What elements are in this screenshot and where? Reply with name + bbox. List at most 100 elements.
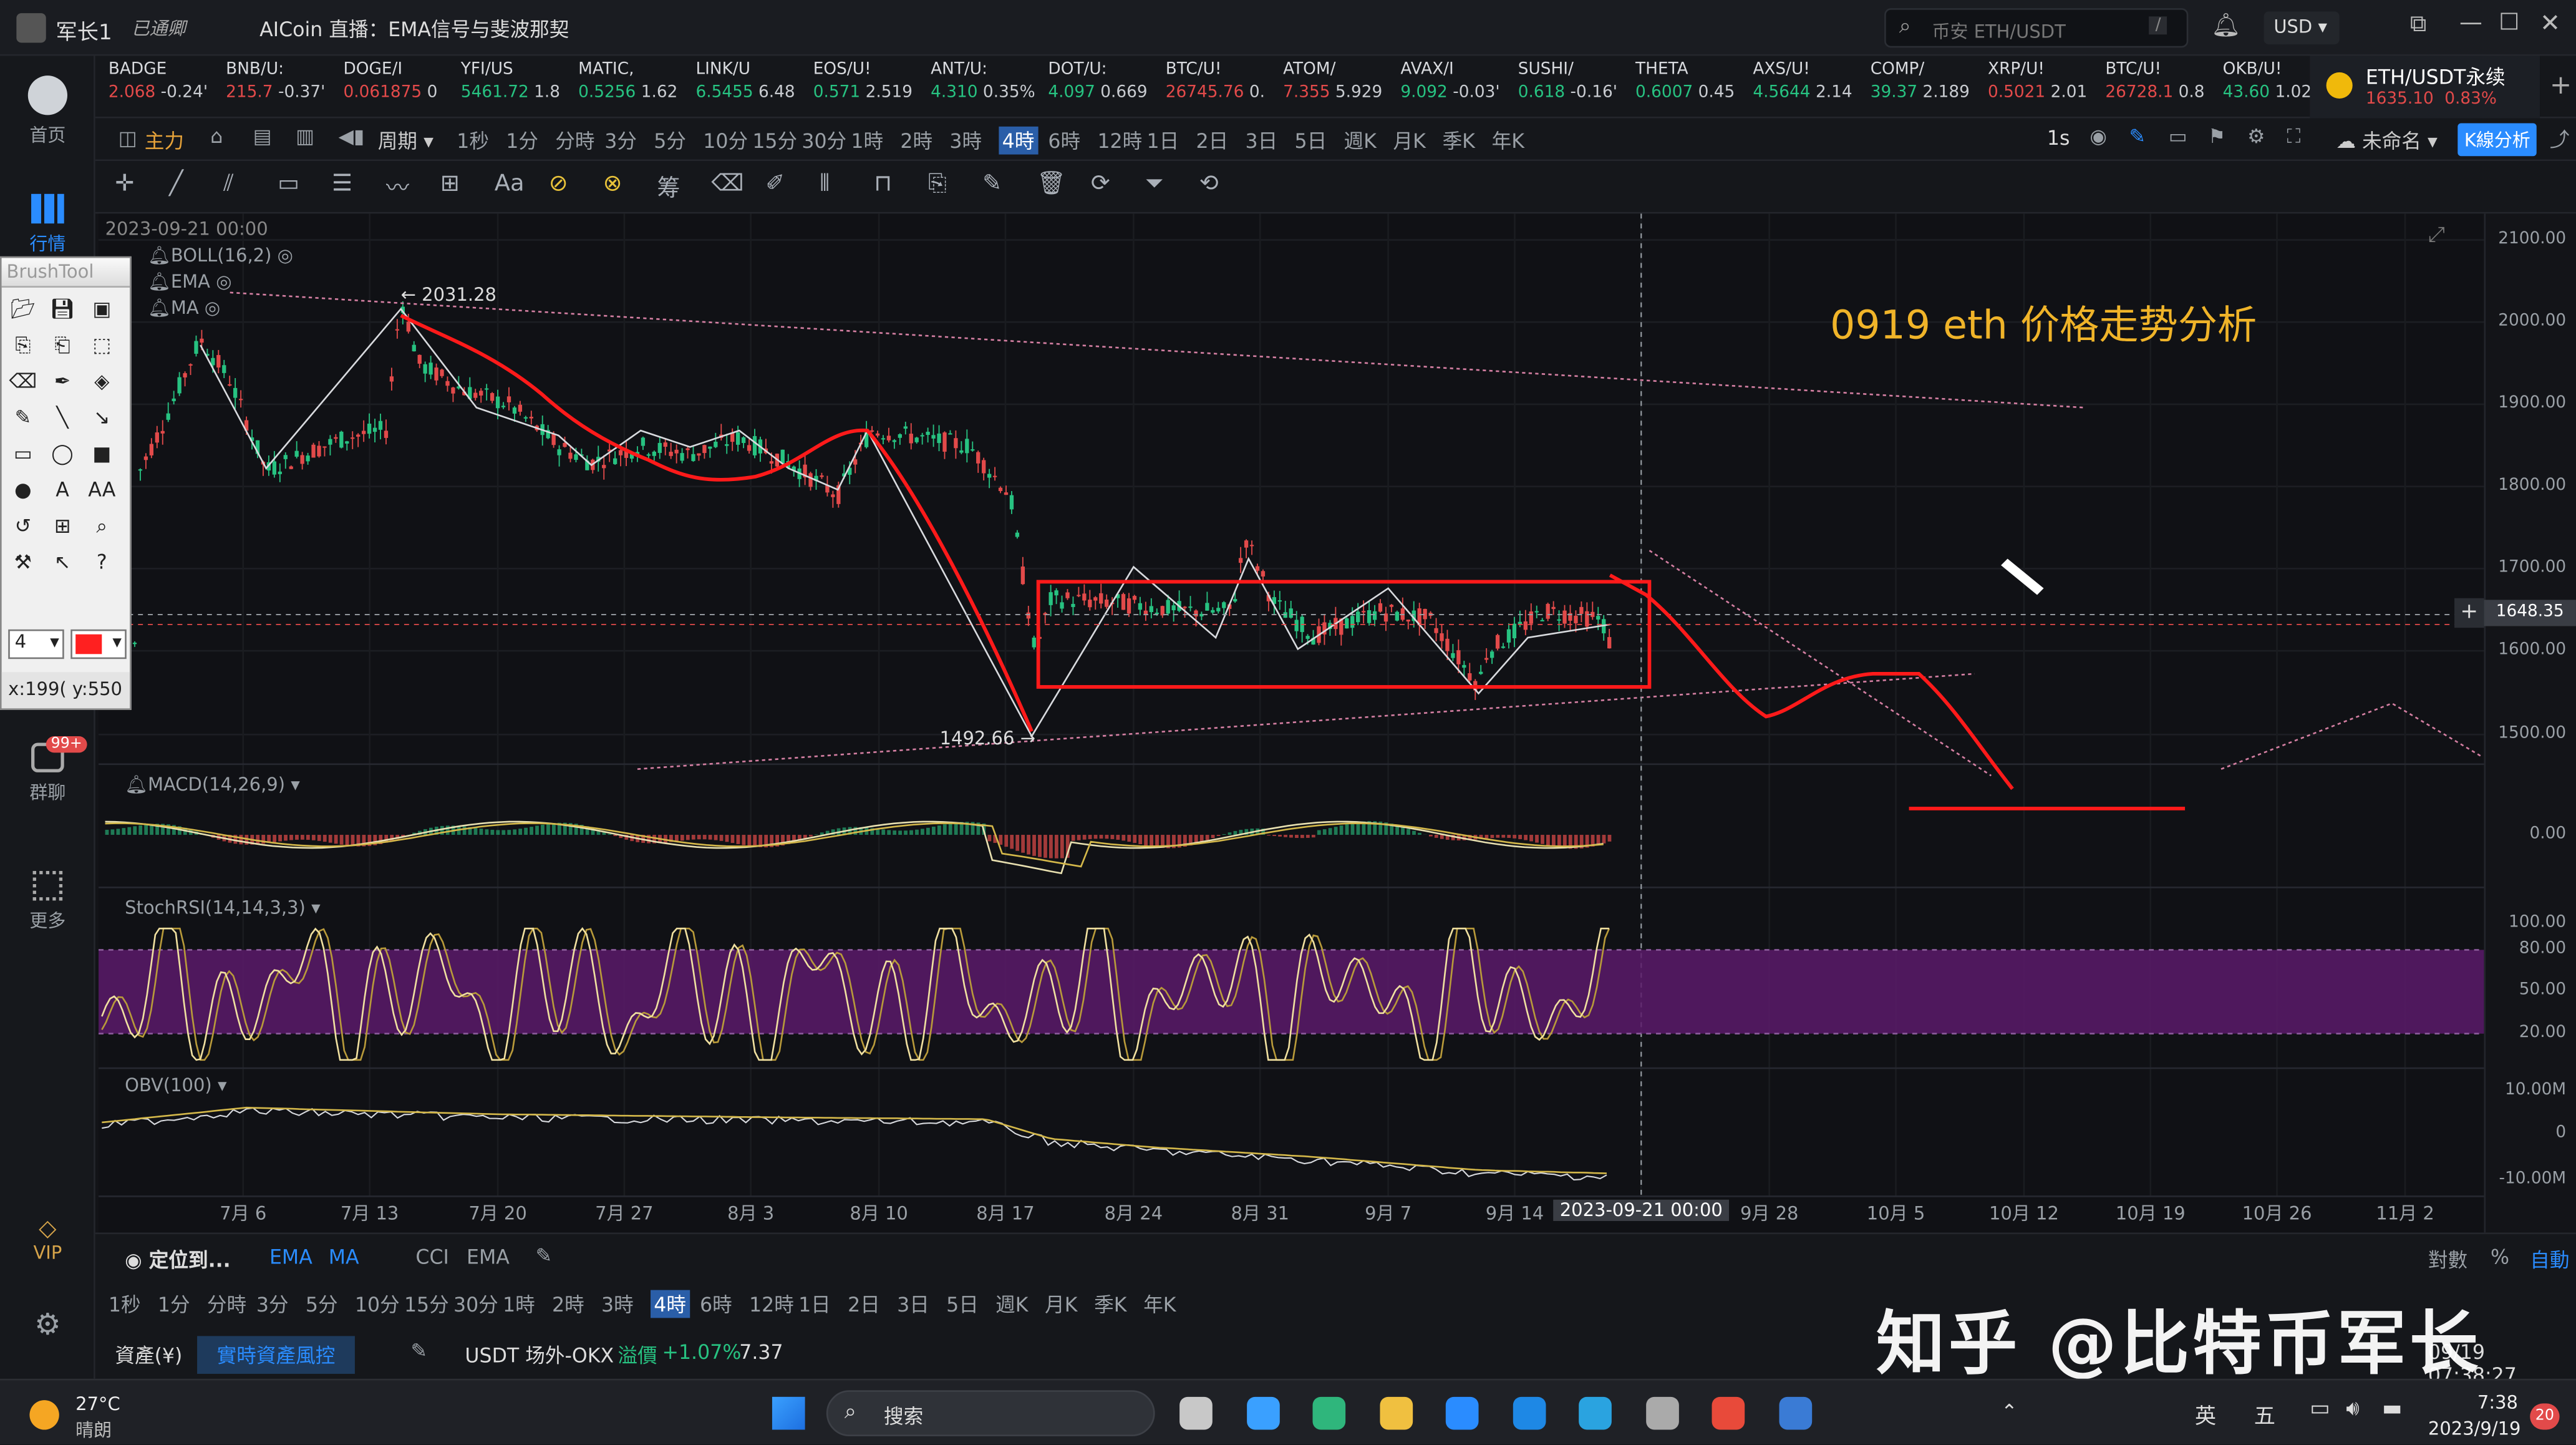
video-icon[interactable] (1512, 1396, 1546, 1430)
boll-indicator[interactable]: 🔔︎BOLL(16,2) ◎ (148, 245, 293, 266)
locate-button[interactable]: ◉ 定位到... (125, 1245, 230, 1273)
price-axis[interactable]: 2100.00 2000.00 1900.00 1800.00 1700.00 1600.… (2484, 213, 2576, 1233)
obv-label[interactable]: OBV(100) ▾ (125, 1075, 226, 1096)
interval-2[interactable]: 分時 (207, 1290, 246, 1318)
interval-0[interactable]: 1秒 (109, 1290, 141, 1318)
ema2-toggle[interactable]: EMA (467, 1245, 510, 1268)
eye-icon[interactable]: ◎ (205, 298, 220, 319)
interval-20[interactable]: 季K (1094, 1290, 1126, 1318)
mail-icon[interactable] (1445, 1396, 1479, 1430)
interval-21[interactable]: 年K (1143, 1290, 1176, 1318)
interval-14[interactable]: 1日 (798, 1290, 831, 1318)
edit2-icon[interactable]: ✎ (410, 1340, 427, 1363)
brush-eraser-icon[interactable]: ⌫ (8, 366, 37, 396)
brush-text-icon[interactable]: A (47, 475, 77, 504)
brush-size-select[interactable]: 4 ▾ (8, 629, 64, 659)
eye-icon[interactable]: ◎ (278, 245, 293, 266)
taskbar-time[interactable]: 7:38 (2477, 1392, 2518, 1413)
brush-help-icon[interactable]: ? (87, 547, 117, 577)
brush-select-icon[interactable]: ⬚ (87, 330, 117, 359)
macd-label[interactable]: 🔔︎MACD(14,26,9) ▾ (125, 774, 300, 795)
tray-chevron-icon[interactable]: ⌃ (2001, 1400, 2018, 1423)
brush-title[interactable]: BrushTool (1, 258, 130, 288)
interval-5[interactable]: 10分 (355, 1290, 400, 1318)
brush-save-icon[interactable]: 💾︎ (47, 294, 77, 323)
candle-body (998, 487, 1003, 492)
candle-body (529, 416, 533, 419)
brush-color-select[interactable]: ▾ (70, 629, 127, 659)
chrome-icon[interactable] (1712, 1396, 1745, 1430)
windows-start-icon[interactable] (772, 1396, 805, 1430)
explorer-files-icon[interactable] (1179, 1396, 1213, 1430)
interval-10[interactable]: 3時 (601, 1290, 634, 1318)
interval-11[interactable]: 4時 (651, 1290, 690, 1318)
expand-icon[interactable]: ⤢ (2428, 223, 2445, 248)
brush-grid-icon[interactable]: ⊞ (47, 511, 77, 540)
auto-scale-toggle[interactable]: 自動 (2530, 1245, 2569, 1273)
taskbar-search[interactable]: ⌕ 搜索 (826, 1390, 1155, 1437)
log-scale-toggle[interactable]: 對數 (2428, 1245, 2467, 1273)
assets-label[interactable]: 資產(¥) (115, 1341, 182, 1369)
brush-arrow-icon[interactable]: ↘ (87, 402, 117, 432)
interval-1[interactable]: 1分 (158, 1290, 190, 1318)
input-lang[interactable]: 英 (2195, 1398, 2216, 1430)
date-axis[interactable]: 7月 6 7月 13 7月 20 7月 27 8月 3 8月 10 8月 17 8月 24 8月… (99, 1196, 2484, 1229)
edit-icon[interactable]: ✎ (536, 1244, 553, 1267)
stoch-label[interactable]: StochRSI(14,14,3,3) ▾ (125, 897, 320, 918)
macd-bar (1529, 835, 1533, 842)
brush-copy-icon[interactable]: ⎘ (8, 330, 37, 359)
interval-19[interactable]: 月K (1045, 1290, 1077, 1318)
eye-icon[interactable]: ◎ (216, 271, 231, 293)
ema-toggle[interactable]: EMA (269, 1245, 312, 1268)
edge-icon[interactable] (1312, 1396, 1346, 1430)
brush-pointer-icon[interactable]: ↖ (47, 547, 77, 577)
interval-16[interactable]: 3日 (897, 1290, 929, 1318)
percent-scale-toggle[interactable]: % (2491, 1245, 2509, 1268)
interval-18[interactable]: 週K (995, 1290, 1028, 1318)
cci-toggle[interactable]: CCI (415, 1245, 448, 1268)
folder-icon[interactable] (1379, 1396, 1412, 1430)
brush-fill-icon[interactable]: ◈ (87, 366, 117, 396)
interval-9[interactable]: 2時 (552, 1290, 584, 1318)
brush-aa-icon[interactable]: AA (87, 475, 117, 504)
interval-8[interactable]: 1時 (503, 1290, 535, 1318)
brush-ellipse-icon[interactable]: ◯ (47, 439, 77, 468)
network-icon[interactable]: ▭ (2310, 1397, 2330, 1422)
brush-paste-icon[interactable]: ⎗ (47, 330, 77, 359)
brush-picker-icon[interactable]: ✒ (47, 366, 77, 396)
interval-7[interactable]: 30分 (453, 1290, 498, 1318)
brush-open-icon[interactable]: 📂︎ (8, 294, 37, 323)
brush-rect-icon[interactable]: ▭ (8, 439, 37, 468)
globe-icon[interactable] (1645, 1396, 1678, 1430)
interval-6[interactable]: 15分 (404, 1290, 449, 1318)
aicoin-icon[interactable] (1778, 1396, 1811, 1430)
brush-line-icon[interactable]: ╲ (47, 402, 77, 432)
brush-rotate-icon[interactable]: ↺ (8, 511, 37, 540)
brush-hammer-icon[interactable]: ⚒ (8, 547, 37, 577)
interval-17[interactable]: 5日 (946, 1290, 979, 1318)
brush-tool-panel[interactable]: BrushTool 📂︎ 💾︎ ▣ ⎘ ⎗ ⬚ ⌫ ✒ ◈ ✎ ╲ ↘ ▭ ◯ ■ ● A AA ↺ ⊞ ⌕ ⚒ ↖? 4 ▾… (0, 256, 132, 710)
telegram-icon[interactable] (1579, 1396, 1612, 1430)
taskbar-date[interactable]: 2023/9/19 (2428, 1418, 2521, 1439)
notification-badge[interactable]: 20 (2530, 1403, 2560, 1430)
risk-control-button[interactable]: 實時資產風控 (197, 1336, 355, 1374)
brush-pen-icon[interactable]: ✎ (8, 402, 37, 432)
brush-zoom-icon[interactable]: ⌕ (87, 511, 117, 540)
store-icon[interactable] (1246, 1396, 1279, 1430)
interval-12[interactable]: 6時 (700, 1290, 732, 1318)
ema-indicator[interactable]: 🔔︎EMA ◎ (148, 271, 231, 293)
candle-body (1456, 650, 1461, 664)
input-mode[interactable]: 五 (2254, 1398, 2275, 1430)
add-alert-icon[interactable]: + (2454, 598, 2484, 628)
brush-screenshot-icon[interactable]: ▣ (87, 294, 117, 323)
brush-filled-ellipse-icon[interactable]: ● (8, 475, 37, 504)
interval-13[interactable]: 12時 (749, 1290, 794, 1318)
battery-icon[interactable]: ▬ (2382, 1397, 2402, 1422)
interval-4[interactable]: 5分 (306, 1290, 338, 1318)
brush-filled-rect-icon[interactable]: ■ (87, 439, 117, 468)
interval-3[interactable]: 3分 (256, 1290, 289, 1318)
ma-toggle[interactable]: MA (329, 1245, 359, 1268)
volume-icon[interactable]: 🔊︎ (2346, 1397, 2360, 1422)
ma-indicator[interactable]: 🔔︎MA ◎ (148, 298, 220, 319)
interval-15[interactable]: 2日 (848, 1290, 880, 1318)
